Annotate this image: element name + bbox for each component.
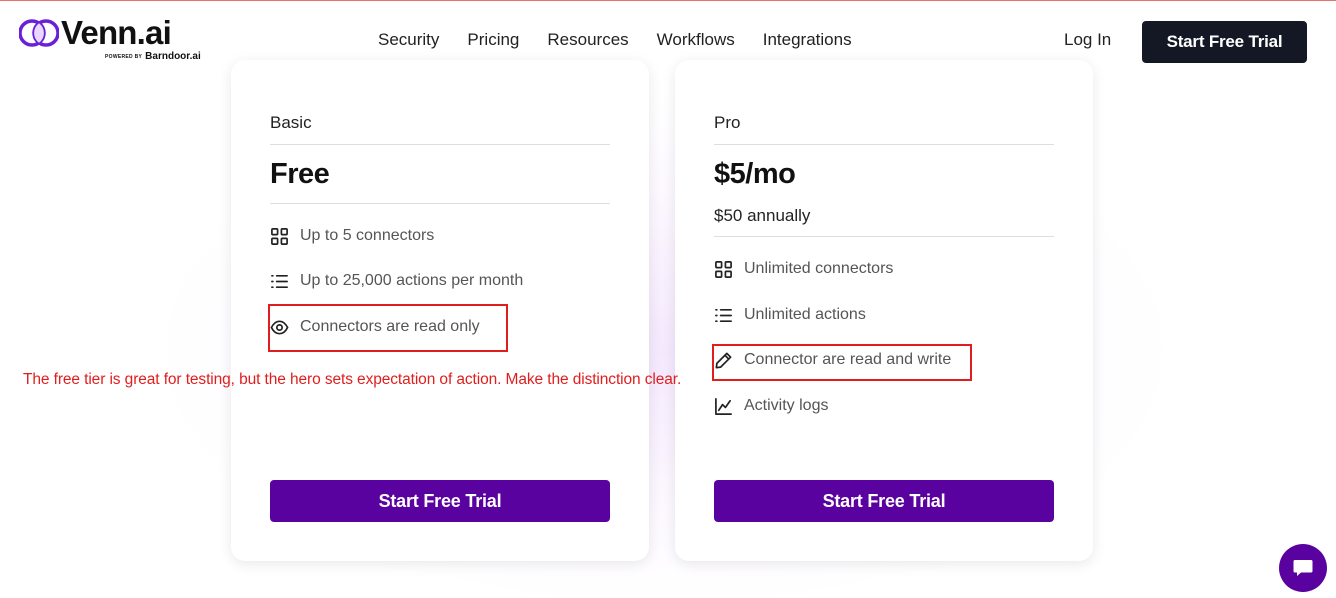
feature-item: Activity logs: [714, 395, 828, 417]
nav-pricing[interactable]: Pricing: [467, 30, 519, 50]
grid-icon: [271, 227, 288, 245]
plan-price: $5/mo: [714, 158, 796, 190]
plan-price: Free: [270, 158, 330, 190]
feature-label: Up to 5 connectors: [300, 227, 435, 244]
list-icon: [715, 308, 732, 322]
nav-security[interactable]: Security: [378, 30, 439, 50]
chat-launcher-button[interactable]: [1279, 544, 1327, 592]
annotation-note: The free tier is great for testing, but …: [23, 371, 682, 388]
feature-item: Unlimited actions: [714, 304, 866, 326]
plan-annual-price: $50 annually: [714, 206, 811, 225]
divider: [270, 203, 610, 204]
logo-wordmark: Venn.ai: [61, 14, 172, 51]
nav-resources[interactable]: Resources: [547, 30, 628, 50]
divider: [714, 236, 1054, 237]
chat-bubble-icon: [1293, 560, 1313, 576]
top-border: [0, 0, 1336, 1]
feature-label: Activity logs: [744, 397, 829, 414]
feature-item: Unlimited connectors: [714, 258, 893, 280]
venn-logo[interactable]: Venn.ai POWERED BY Barndoor.ai: [19, 14, 201, 64]
annotation-highlight-box: [268, 304, 508, 352]
feature-label: Unlimited actions: [744, 306, 866, 323]
chart-line-icon: [715, 397, 732, 415]
list-icon: [271, 274, 288, 288]
feature-item: Up to 25,000 actions per month: [270, 270, 523, 292]
venn-logo-icon: [19, 19, 59, 47]
logo-powered-by: POWERED BY Barndoor.ai: [105, 51, 201, 62]
pricing-card-pro: Pro $5/mo $50 annually Unlimited connect…: [675, 60, 1093, 561]
divider: [714, 144, 1054, 145]
pro-start-trial-button[interactable]: Start Free Trial: [714, 480, 1054, 522]
feature-label: Up to 25,000 actions per month: [300, 272, 524, 289]
basic-start-trial-button[interactable]: Start Free Trial: [270, 480, 610, 522]
nav-integrations[interactable]: Integrations: [763, 30, 852, 50]
divider: [270, 144, 610, 145]
main-nav: Security Pricing Resources Workflows Int…: [378, 30, 852, 50]
plan-tier: Basic: [270, 113, 312, 132]
feature-item: Up to 5 connectors: [270, 225, 434, 247]
header-start-trial-button[interactable]: Start Free Trial: [1142, 21, 1307, 63]
login-link[interactable]: Log In: [1064, 30, 1111, 50]
grid-icon: [715, 260, 732, 278]
nav-workflows[interactable]: Workflows: [657, 30, 735, 50]
feature-label: Unlimited connectors: [744, 260, 894, 277]
annotation-highlight-box: [712, 344, 972, 381]
plan-tier: Pro: [714, 113, 741, 132]
